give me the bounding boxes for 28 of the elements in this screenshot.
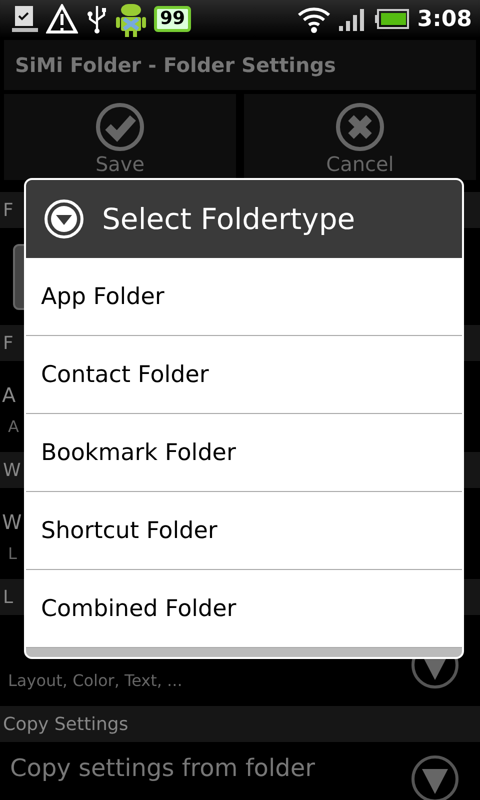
setting-summary: A bbox=[8, 417, 19, 436]
dialog-title: Select Foldertype bbox=[102, 202, 356, 236]
usb-icon bbox=[86, 4, 108, 34]
setting-title: Copy settings from folder bbox=[10, 754, 315, 782]
robot-icon bbox=[116, 1, 146, 37]
download-done-icon bbox=[12, 4, 38, 34]
list-option[interactable]: App Folder bbox=[26, 258, 462, 336]
close-icon bbox=[335, 102, 385, 152]
check-icon bbox=[95, 102, 145, 152]
wifi-icon bbox=[297, 5, 332, 33]
window-title: SiMi Folder - Folder Settings bbox=[15, 53, 336, 77]
list-option[interactable]: Shortcut Folder bbox=[26, 492, 462, 570]
list-option[interactable]: Bookmark Folder bbox=[26, 414, 462, 492]
section-title: F bbox=[3, 200, 14, 220]
clock-time: 3:08 bbox=[417, 6, 472, 32]
dropdown-circle-icon bbox=[42, 197, 86, 241]
setting-summary: Layout, Color, Text, ... bbox=[8, 671, 182, 690]
battery-icon bbox=[375, 9, 410, 29]
setting-summary: L bbox=[8, 544, 18, 563]
section-title: F bbox=[3, 332, 14, 354]
list-option[interactable]: Contact Folder bbox=[26, 336, 462, 414]
setting-title: A bbox=[2, 383, 17, 407]
warning-icon bbox=[46, 4, 78, 34]
section-title: Copy Settings bbox=[3, 714, 128, 734]
section-title: W bbox=[3, 460, 21, 480]
section-title: L bbox=[3, 586, 14, 608]
setting-title: W bbox=[2, 510, 22, 534]
battery-badge: 99 bbox=[154, 6, 192, 32]
